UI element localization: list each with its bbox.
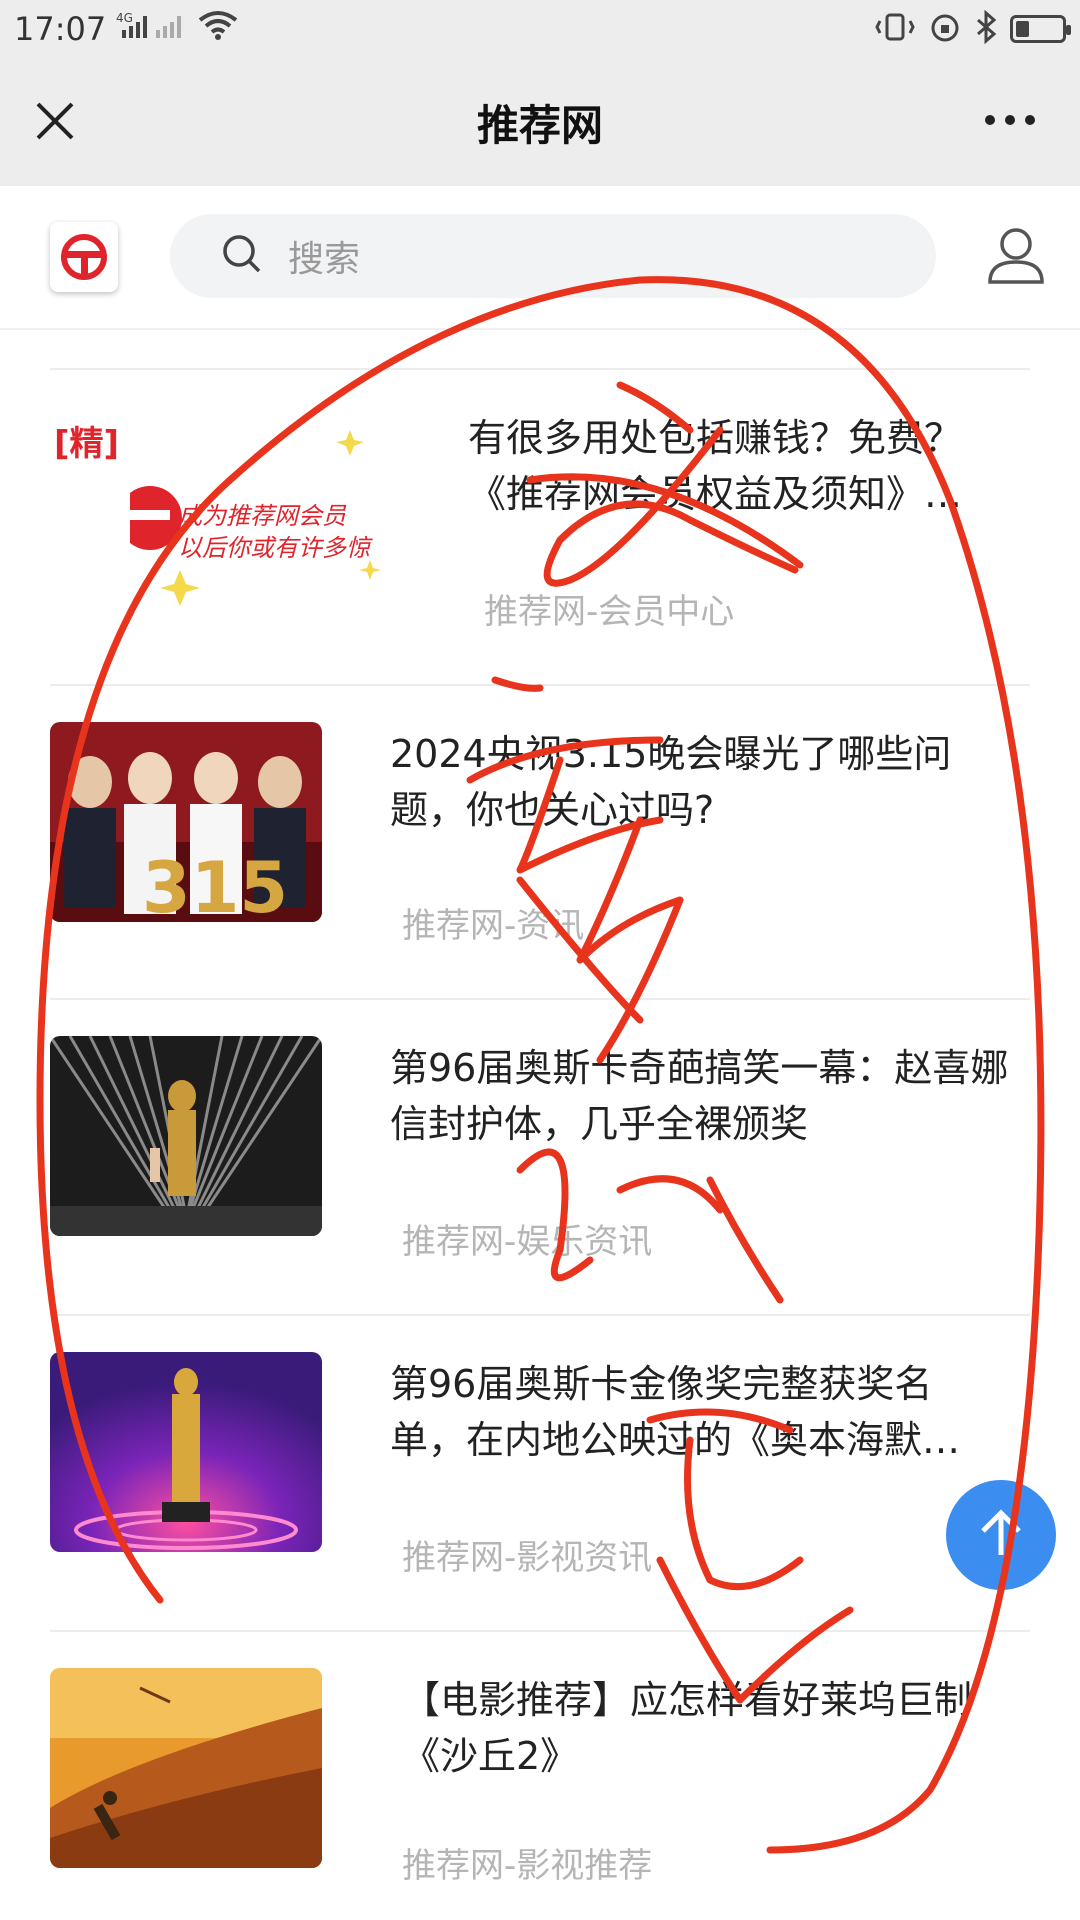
arrow-up-icon: [971, 1503, 1031, 1567]
list-item[interactable]: 第96届奥斯卡奇葩搞笑一幕：赵喜娜信封护体，几乎全裸颁奖 推荐网-娱乐资讯: [50, 998, 1030, 1314]
item-source: 推荐网-会员中心: [484, 592, 735, 632]
item-title: 有很多用处包括赚钱？免费？《推荐网会员权益及须知》…: [468, 416, 963, 516]
search-icon: [220, 232, 264, 280]
list-item[interactable]: 第96届奥斯卡金像奖完整获奖名单，在内地公映过的《奥本海默… 推荐网-影视资讯: [50, 1314, 1030, 1630]
item-thumbnail: 315: [50, 722, 322, 922]
banner-text-2: 以后你或有许多惊: [178, 534, 370, 562]
item-source: 推荐网-娱乐资讯: [402, 1222, 653, 1262]
item-thumbnail: [50, 1352, 322, 1552]
list-item[interactable]: 【电影推荐】应怎样看好莱坞巨制《沙丘2》 推荐网-影视推荐: [50, 1630, 1030, 1920]
more-icon[interactable]: [980, 108, 1040, 132]
title-bar: 推荐网: [0, 58, 1080, 186]
item-source: 推荐网-影视推荐: [402, 1846, 653, 1886]
item-title: 【电影推荐】应怎样看好莱坞巨制《沙丘2》: [402, 1678, 973, 1778]
wifi-icon: [196, 10, 240, 48]
item-thumbnail: [50, 1668, 322, 1868]
featured-tag: [精]: [54, 424, 120, 464]
site-logo[interactable]: [50, 222, 118, 292]
battery-level: [1016, 21, 1029, 37]
close-icon[interactable]: [30, 96, 80, 146]
page-title: 推荐网: [476, 100, 603, 150]
item-title: 2024央视3.15晚会曝光了哪些问题，你也关心过吗?: [390, 732, 952, 832]
alarm-icon: [928, 10, 962, 48]
battery-icon: [1010, 15, 1071, 43]
search-placeholder: 搜索: [288, 239, 361, 280]
back-to-top-button[interactable]: [946, 1480, 1056, 1590]
signal-icon: 4G: [116, 10, 186, 48]
list-item[interactable]: [精] 成为推荐网会员 以后你或有许多惊 有很多用处包括赚钱？免费？《推荐网会员…: [50, 368, 1030, 688]
status-right: [874, 9, 1071, 48]
search-input[interactable]: 搜索: [170, 214, 936, 298]
item-title: 第96届奥斯卡金像奖完整获奖名单，在内地公映过的《奥本海默…: [390, 1362, 961, 1462]
item-source: 推荐网-影视资讯: [402, 1538, 653, 1578]
user-icon[interactable]: [986, 224, 1046, 288]
item-title: 第96届奥斯卡奇葩搞笑一幕：赵喜娜信封护体，几乎全裸颁奖: [390, 1046, 1009, 1146]
search-row: 搜索: [0, 186, 1080, 330]
status-bar: 17:07 4G: [0, 0, 1080, 58]
vibrate-icon: [874, 11, 916, 47]
bluetooth-icon: [974, 9, 998, 48]
item-banner: 成为推荐网会员 以后你或有许多惊: [118, 420, 430, 620]
svg-text:315: 315: [142, 847, 288, 922]
item-thumbnail: [50, 1036, 322, 1236]
network-type: 4G: [116, 11, 133, 25]
status-left: 17:07 4G: [14, 10, 240, 48]
item-source: 推荐网-资讯: [402, 906, 585, 946]
status-time: 17:07: [14, 10, 107, 48]
list-item[interactable]: 315 2024央视3.15晚会曝光了哪些问题，你也关心过吗? 推荐网-资讯: [50, 684, 1030, 1000]
banner-text-1: 成为推荐网会员: [178, 502, 346, 530]
